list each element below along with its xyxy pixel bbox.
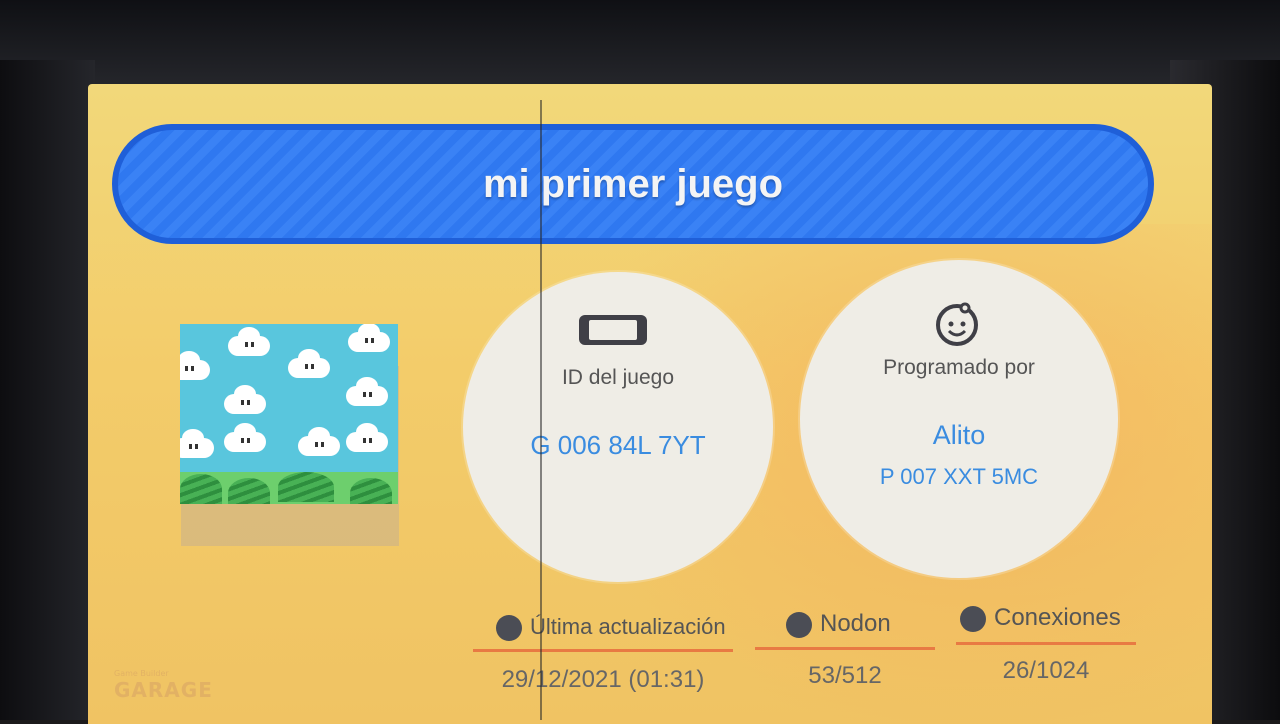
game-info-screen: mi primer juego ID del juego G 006 84L 7…	[88, 84, 1212, 724]
nodon-icon	[786, 611, 812, 638]
switch-console-icon	[579, 315, 647, 345]
connections-stat: Conexiones	[960, 604, 1121, 632]
game-title: mi primer juego	[482, 161, 784, 206]
bush-sprite	[180, 474, 222, 504]
programmer-name: Alito	[932, 420, 986, 450]
cloud-sprite	[348, 324, 390, 352]
bush-sprite	[278, 472, 334, 502]
nodon-label: Nodon	[820, 610, 891, 637]
last-update-value: 29/12/2021 (01:31)	[501, 666, 705, 693]
cloud-sprite	[346, 423, 388, 452]
cloud-sprite	[224, 385, 266, 414]
refresh-icon	[496, 615, 522, 642]
game-thumbnail[interactable]	[180, 324, 398, 504]
screen-reflection-line	[540, 100, 542, 720]
connections-value: 26/1024	[1002, 657, 1090, 684]
cloud-sprite	[180, 351, 210, 380]
cloud-sprite	[224, 423, 266, 452]
bush-sprite	[350, 478, 392, 504]
game-id-label: ID del juego	[561, 366, 675, 389]
cloud-sprite	[228, 327, 270, 356]
programmer-label: Programado por	[883, 356, 1035, 379]
bush-sprite	[228, 478, 270, 504]
game-id-value: G 006 84L 7YT	[530, 430, 706, 460]
last-update-label: Última actualización	[530, 614, 726, 639]
programmer-id: P 007 XXT 5MC	[879, 464, 1039, 489]
cloud-sprite	[180, 429, 214, 458]
last-update-stat: Última actualización	[496, 614, 726, 642]
game-title-banner: mi primer juego	[112, 124, 1154, 244]
stat-divider	[473, 649, 733, 652]
cloud-sprite	[288, 349, 330, 378]
tv-bezel-left	[0, 60, 95, 720]
smiley-face-icon	[936, 302, 978, 346]
stat-divider	[755, 647, 935, 650]
game-builder-garage-logo: Game Builder GARAGE	[114, 669, 213, 702]
cloud-sprite	[346, 377, 388, 406]
connections-icon	[960, 605, 986, 632]
tv-bezel-top	[0, 0, 1280, 90]
connections-label: Conexiones	[994, 604, 1121, 631]
cloud-sprite	[298, 427, 340, 456]
stat-divider	[956, 642, 1136, 645]
nodon-stat: Nodon	[786, 610, 891, 638]
nodon-value: 53/512	[808, 662, 882, 689]
